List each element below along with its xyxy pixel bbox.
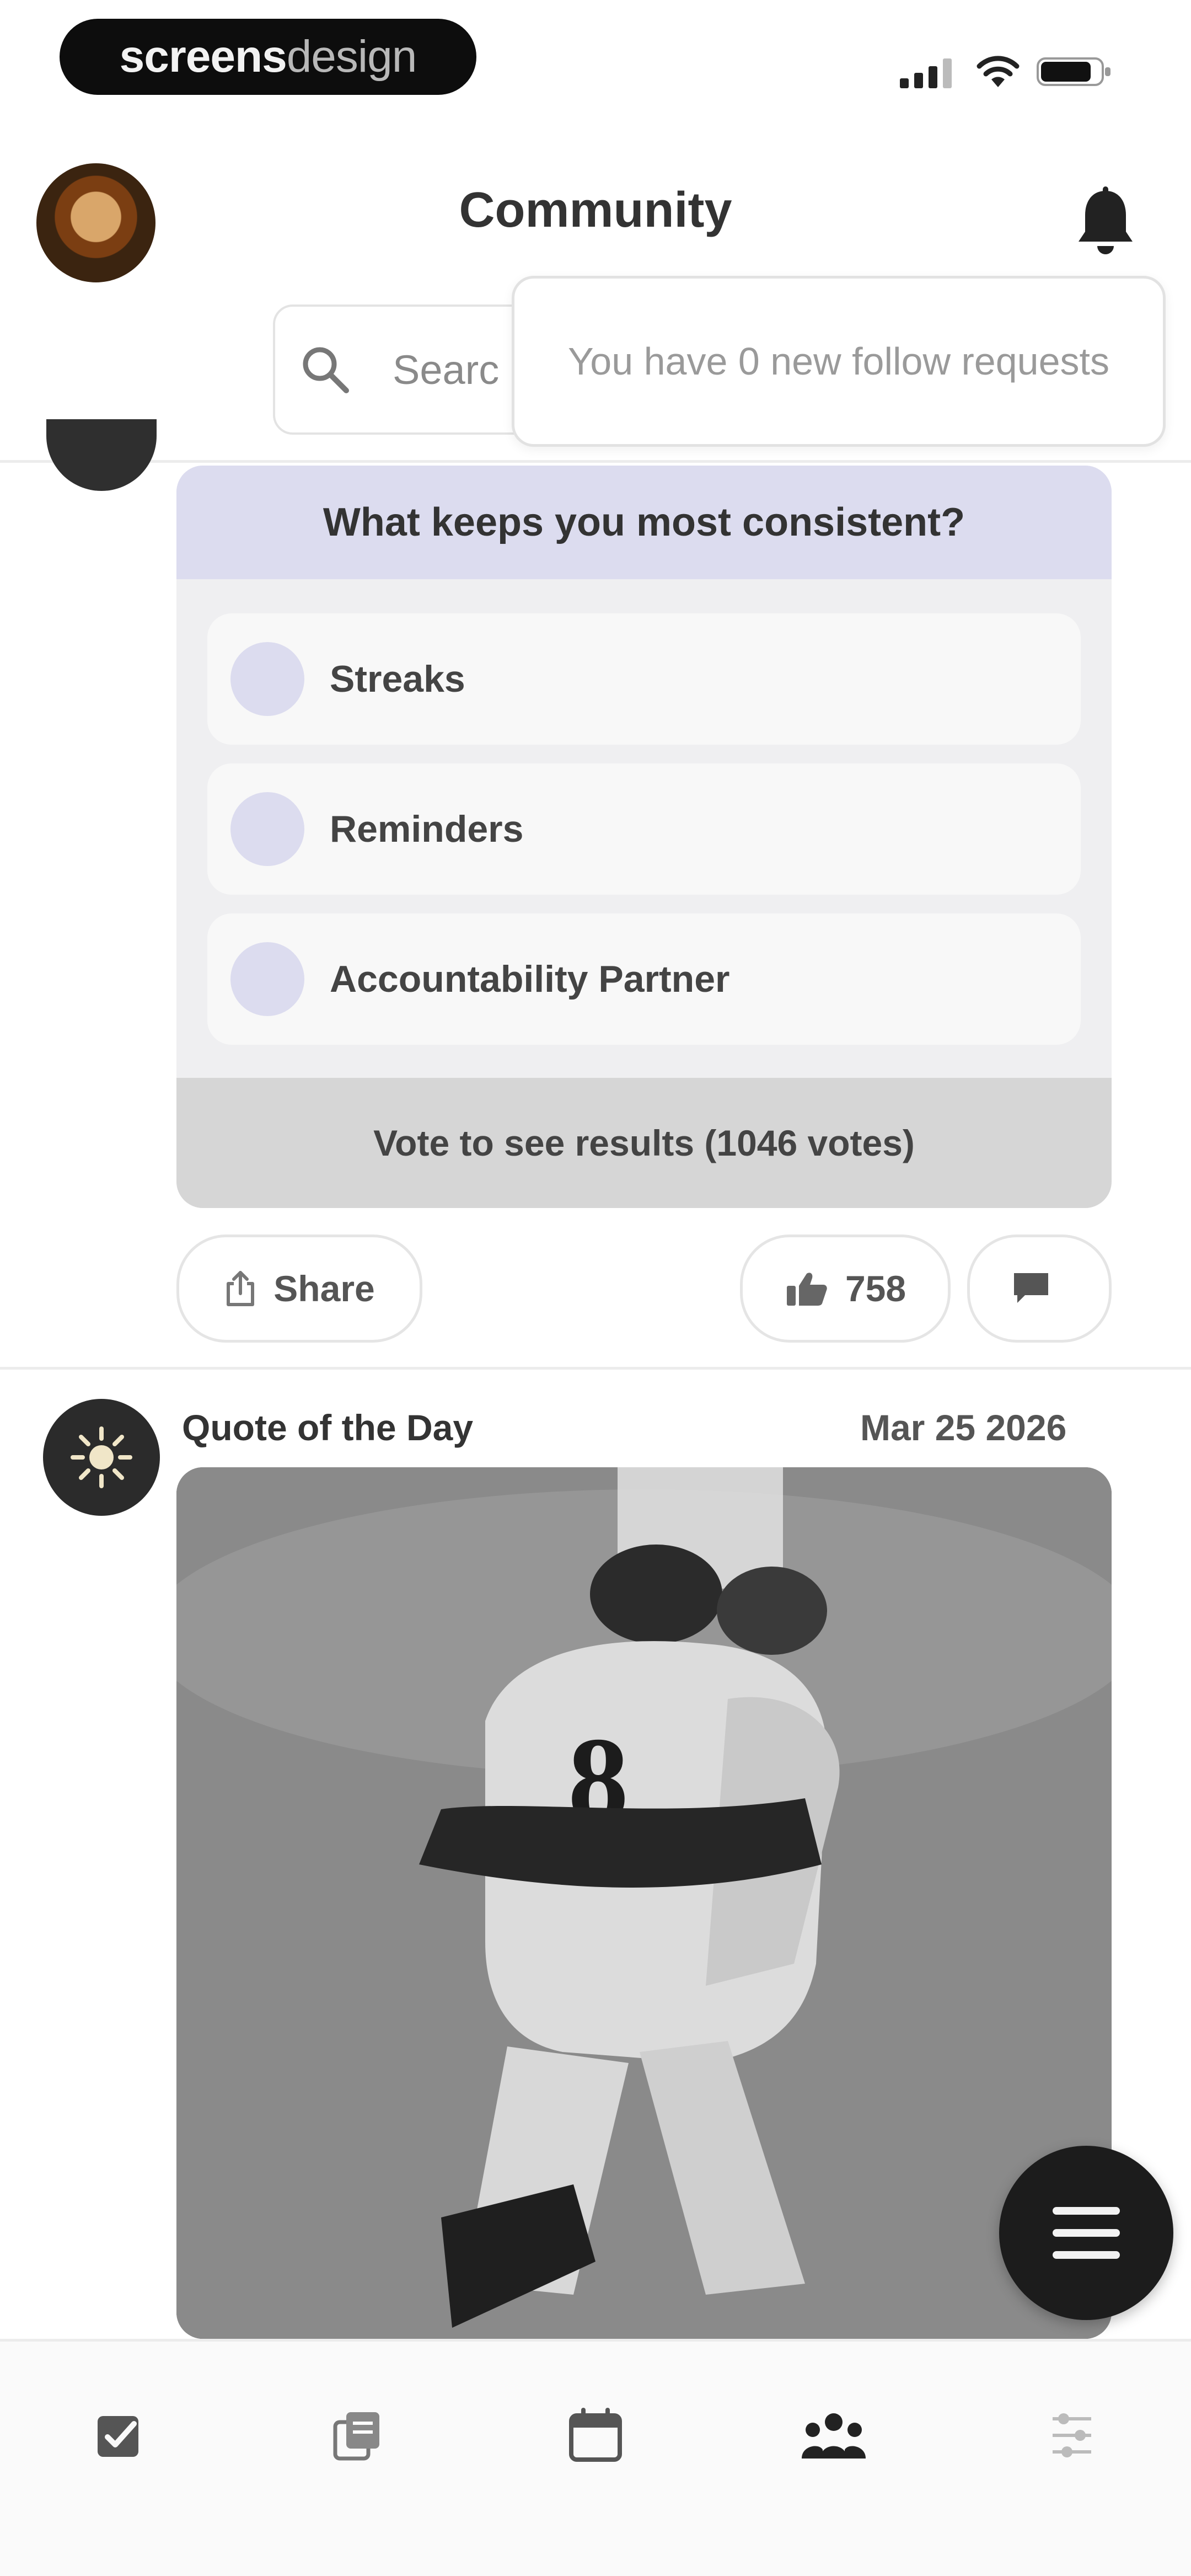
comment-button[interactable] — [967, 1234, 1112, 1343]
post-title: Quote of the Day — [182, 1407, 474, 1448]
share-button[interactable]: Share — [176, 1234, 422, 1343]
tab-tasks[interactable] — [81, 2397, 158, 2474]
wifi-icon — [977, 56, 1020, 87]
like-count: 758 — [845, 1268, 906, 1309]
page-title: Community — [459, 183, 732, 238]
tab-journal[interactable] — [319, 2397, 396, 2474]
follow-requests-tooltip[interactable]: You have 0 new follow requests — [512, 276, 1166, 447]
tab-community[interactable] — [795, 2397, 872, 2474]
poll-option-label: Streaks — [330, 658, 465, 700]
poll-option-streaks[interactable]: Streaks — [207, 613, 1081, 745]
header-divider — [0, 460, 1191, 463]
brand-primary: screens — [119, 31, 287, 82]
hamburger-menu-icon — [1053, 2207, 1120, 2259]
post-avatar[interactable] — [46, 419, 157, 491]
poll-option-label: Reminders — [330, 808, 524, 850]
cellular-signal-icon — [900, 58, 952, 88]
poll-option-label: Accountability Partner — [330, 958, 730, 1000]
photo-illustration: 8 — [176, 1467, 1112, 2339]
poll-radio[interactable] — [230, 642, 304, 716]
screensdesign-logo: screens design — [60, 19, 476, 95]
post-divider — [0, 1367, 1191, 1370]
poll-radio[interactable] — [230, 792, 304, 866]
tab-calendar[interactable] — [557, 2397, 634, 2474]
search-icon — [303, 347, 349, 393]
community-icon — [802, 2413, 866, 2459]
poll-results-footer: Vote to see results (1046 votes) — [176, 1078, 1112, 1208]
like-button[interactable]: 758 — [740, 1234, 951, 1343]
sun-icon — [71, 1426, 132, 1488]
bell-icon[interactable] — [1075, 186, 1136, 258]
share-label: Share — [273, 1268, 375, 1309]
journal-icon — [333, 2412, 379, 2461]
thumbs-up-icon — [786, 1273, 827, 1306]
share-icon — [227, 1271, 255, 1306]
poll-question: What keeps you most consistent? — [176, 466, 1112, 579]
calendar-icon — [569, 2408, 622, 2462]
poll-option-accountability-partner[interactable]: Accountability Partner — [207, 913, 1081, 1045]
checkbox-icon — [98, 2416, 138, 2457]
poll-card: What keeps you most consistent? Streaks … — [176, 466, 1112, 1208]
quote-avatar[interactable] — [43, 1399, 160, 1516]
baseball-celebration-photo[interactable]: 8 — [176, 1467, 1112, 2339]
settings-sliders-icon — [1053, 2413, 1091, 2457]
brand-secondary: design — [286, 31, 417, 82]
poll-radio[interactable] — [230, 942, 304, 1016]
search-placeholder: Searc — [393, 347, 500, 393]
comment-icon — [1014, 1273, 1048, 1303]
post-date: Mar 25 2026 — [860, 1407, 1067, 1448]
bottom-tab-bar — [0, 2339, 1191, 2576]
menu-fab-button[interactable] — [999, 2146, 1173, 2320]
poll-option-reminders[interactable]: Reminders — [207, 763, 1081, 895]
battery-icon — [1037, 57, 1110, 86]
tab-settings[interactable] — [1033, 2397, 1110, 2474]
